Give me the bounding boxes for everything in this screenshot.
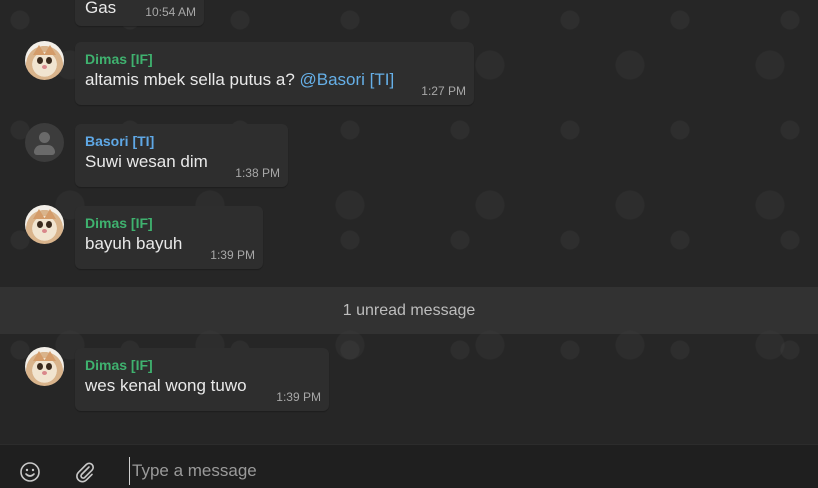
cat-ear-decoration xyxy=(44,351,56,361)
compose-bar xyxy=(0,444,818,487)
cat-ear-decoration xyxy=(44,209,56,219)
message-bubble[interactable]: Basori [TI] Suwi wesan dim 1:38 PM xyxy=(75,124,288,187)
avatar[interactable] xyxy=(25,347,64,386)
message-bubble[interactable]: Gas 10:54 AM xyxy=(75,0,204,26)
message-time: 1:38 PM xyxy=(235,166,280,180)
message-sender[interactable]: Basori [TI] xyxy=(85,133,278,150)
message-bubble[interactable]: Dimas [IF] altamis mbek sella putus a? @… xyxy=(75,42,474,105)
default-avatar-icon xyxy=(39,132,50,143)
cat-eye-decoration xyxy=(46,57,52,64)
message-sender[interactable]: Dimas [IF] xyxy=(85,357,319,374)
cat-nose-decoration xyxy=(42,65,47,69)
cat-eye-decoration xyxy=(37,57,43,64)
message-text: altamis mbek sella putus a? @Basori [TI] xyxy=(85,68,464,92)
cat-ear-decoration xyxy=(44,45,56,55)
message-time: 1:39 PM xyxy=(210,248,255,262)
cat-nose-decoration xyxy=(42,229,47,233)
message-bubble[interactable]: Dimas [IF] bayuh bayuh 1:39 PM xyxy=(75,206,263,269)
chat-pane: Gas 10:54 AM Dimas [IF] altamis mbek sel… xyxy=(0,0,818,444)
attach-button[interactable] xyxy=(74,461,98,485)
unread-banner: 1 unread message xyxy=(0,287,818,334)
message-text-body: altamis mbek sella putus a? xyxy=(85,70,300,89)
message-time: 1:39 PM xyxy=(276,390,321,404)
message-sender[interactable]: Dimas [IF] xyxy=(85,51,464,68)
emoji-icon xyxy=(20,462,40,482)
avatar[interactable] xyxy=(25,41,64,80)
cat-eye-decoration xyxy=(37,221,43,228)
paperclip-icon xyxy=(76,462,94,483)
message-time: 1:27 PM xyxy=(421,84,466,98)
cat-nose-decoration xyxy=(42,371,47,375)
mention-link[interactable]: @Basori [TI] xyxy=(300,70,395,89)
cat-eye-decoration xyxy=(37,363,43,370)
avatar[interactable] xyxy=(25,123,64,162)
message-bubble[interactable]: Dimas [IF] wes kenal wong tuwo 1:39 PM xyxy=(75,348,329,411)
emoji-button[interactable] xyxy=(19,461,43,485)
avatar[interactable] xyxy=(25,205,64,244)
cat-eye-decoration xyxy=(46,363,52,370)
message-sender[interactable]: Dimas [IF] xyxy=(85,215,253,232)
message-time: 10:54 AM xyxy=(145,5,196,19)
message-input[interactable] xyxy=(129,457,732,485)
cat-eye-decoration xyxy=(46,221,52,228)
default-avatar-icon xyxy=(34,145,55,155)
